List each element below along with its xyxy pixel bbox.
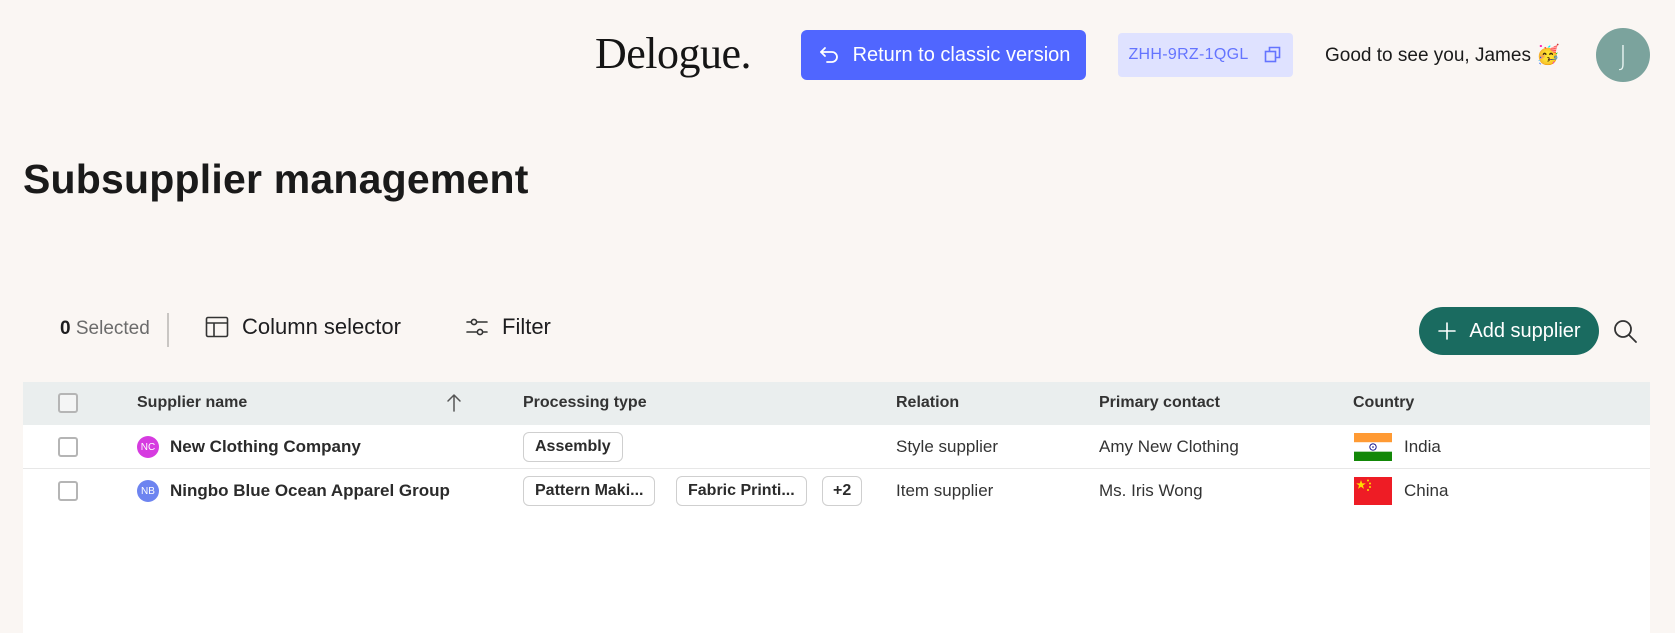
selected-label: Selected (75, 318, 150, 339)
add-supplier-label: Add supplier (1469, 319, 1581, 342)
processing-type-tag: Fabric Printi... (676, 476, 807, 506)
country-value: India (1404, 437, 1441, 456)
row-checkbox[interactable] (58, 437, 78, 457)
supplier-name[interactable]: Ningbo Blue Ocean Apparel Group (170, 481, 450, 501)
column-header-processing-type[interactable]: Processing type (523, 394, 647, 412)
table-row[interactable]: NB Ningbo Blue Ocean Apparel Group Patte… (23, 469, 1650, 513)
table-row[interactable]: NC New Clothing Company Assembly Style s… (23, 425, 1650, 469)
column-selector-label: Column selector (242, 314, 401, 339)
sliders-icon (466, 318, 488, 336)
relation-value: Style supplier (896, 437, 999, 456)
undo-arrow-icon (819, 47, 838, 63)
column-selector-button[interactable]: Column selector (204, 314, 401, 340)
filter-button[interactable]: Filter (464, 314, 551, 340)
user-avatar[interactable]: J (1596, 28, 1650, 82)
primary-contact-value: Ms. Iris Wong (1099, 481, 1203, 500)
return-to-classic-label: Return to classic version (852, 43, 1071, 66)
table-header: Supplier name Processing type Relation P… (23, 382, 1650, 425)
column-header-relation[interactable]: Relation (896, 394, 959, 412)
column-header-primary-contact[interactable]: Primary contact (1099, 394, 1220, 412)
china-flag-icon (1354, 477, 1392, 505)
more-tags-badge[interactable]: +2 (822, 476, 863, 506)
selected-count: 0 Selected (60, 318, 150, 340)
sort-ascending-icon[interactable] (445, 393, 463, 413)
account-code-chip[interactable]: ZHH-9RZ-1QGL (1118, 33, 1293, 77)
processing-type-tag: Assembly (523, 432, 623, 462)
india-flag-icon (1354, 433, 1392, 461)
search-icon[interactable] (1612, 318, 1638, 344)
supplier-name[interactable]: New Clothing Company (170, 437, 361, 457)
supplier-initials-badge: NC (137, 436, 159, 458)
filter-label: Filter (502, 314, 551, 339)
selected-number: 0 (60, 318, 71, 339)
copy-icon[interactable] (1263, 45, 1283, 65)
return-to-classic-button[interactable]: Return to classic version (801, 30, 1086, 80)
account-code: ZHH-9RZ-1QGL (1128, 46, 1249, 63)
add-supplier-button[interactable]: Add supplier (1419, 307, 1599, 355)
page-title: Subsupplier management (23, 156, 529, 202)
select-all-checkbox[interactable] (58, 393, 78, 413)
column-header-country[interactable]: Country (1353, 394, 1414, 412)
supplier-table: Supplier name Processing type Relation P… (23, 382, 1650, 633)
country-value: China (1404, 481, 1449, 500)
greeting-text: Good to see you, James 🥳 (1325, 45, 1560, 66)
toolbar-divider (167, 313, 169, 347)
processing-type-tag: Pattern Maki... (523, 476, 656, 506)
delogue-logo[interactable]: Delogue. (595, 26, 752, 82)
plus-icon (1438, 322, 1457, 340)
primary-contact-value: Amy New Clothing (1099, 437, 1239, 456)
supplier-initials-badge: NB (137, 480, 159, 502)
columns-layout-icon (205, 316, 229, 338)
row-checkbox[interactable] (58, 481, 78, 501)
column-header-supplier-name[interactable]: Supplier name (137, 394, 247, 412)
relation-value: Item supplier (896, 481, 994, 500)
